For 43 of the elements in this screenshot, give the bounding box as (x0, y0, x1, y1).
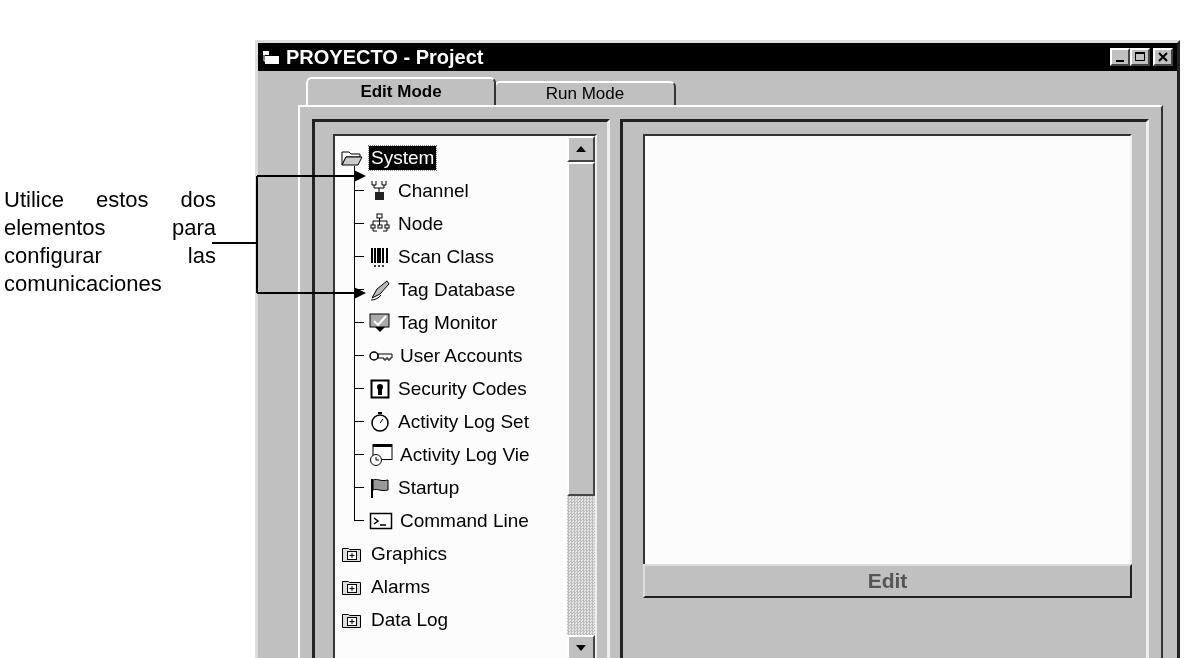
tab[interactable]: Edit Mode (306, 77, 496, 105)
key-icon (369, 348, 393, 363)
minimize-button[interactable] (1110, 48, 1130, 66)
tab[interactable]: Run Mode (494, 81, 676, 105)
tree-item[interactable]: Activity Log Vie (398, 442, 532, 467)
monitor-check-icon (369, 311, 391, 334)
close-icon (1158, 52, 1168, 62)
clock-window-icon (369, 442, 393, 467)
barcode-icon (369, 245, 391, 268)
minimize-icon (1116, 60, 1124, 62)
scroll-down-button[interactable] (567, 635, 595, 658)
up-arrow-icon (576, 146, 586, 152)
tree-item[interactable]: Data Log (369, 607, 451, 632)
scroll-thumb[interactable] (567, 162, 595, 496)
pen-icon (369, 278, 391, 301)
stopwatch-icon (369, 410, 391, 433)
lock-icon (369, 377, 391, 400)
edit-bar-label: Edit (867, 569, 908, 593)
tree-item[interactable]: Channel (396, 178, 471, 203)
terminal-icon (369, 511, 393, 530)
tree-item[interactable]: Activity Log Set (396, 409, 531, 434)
tree-item[interactable]: Command Line (398, 508, 531, 533)
tree-item[interactable]: Tag Database (396, 277, 518, 302)
tree-item[interactable]: Security Codes (396, 376, 529, 401)
annotation-text: Utilice estos dos elementos para configurar las comunicaciones (4, 186, 216, 298)
tree-item[interactable]: Scan Class (396, 244, 497, 269)
maximize-icon (1135, 52, 1145, 62)
tree-item[interactable]: System (369, 145, 437, 170)
window-title: PROYECTO - Project (286, 45, 484, 69)
tree-item[interactable]: Graphics (369, 541, 450, 566)
tree-item[interactable]: Startup (396, 475, 462, 500)
hierarchy-icon (369, 212, 391, 235)
tree-item[interactable]: User Accounts (398, 343, 525, 368)
close-button[interactable] (1153, 48, 1173, 66)
flag-icon (369, 476, 391, 499)
tree-item[interactable]: Alarms (369, 574, 433, 599)
maximize-button[interactable] (1130, 48, 1150, 66)
tree-item[interactable]: Tag Monitor (396, 310, 500, 335)
down-arrow-icon (576, 645, 586, 651)
scrollbar[interactable] (567, 136, 595, 658)
scroll-up-button[interactable] (567, 136, 595, 162)
folder-tree-icon (262, 49, 280, 65)
tree-item[interactable]: Node (396, 211, 446, 236)
